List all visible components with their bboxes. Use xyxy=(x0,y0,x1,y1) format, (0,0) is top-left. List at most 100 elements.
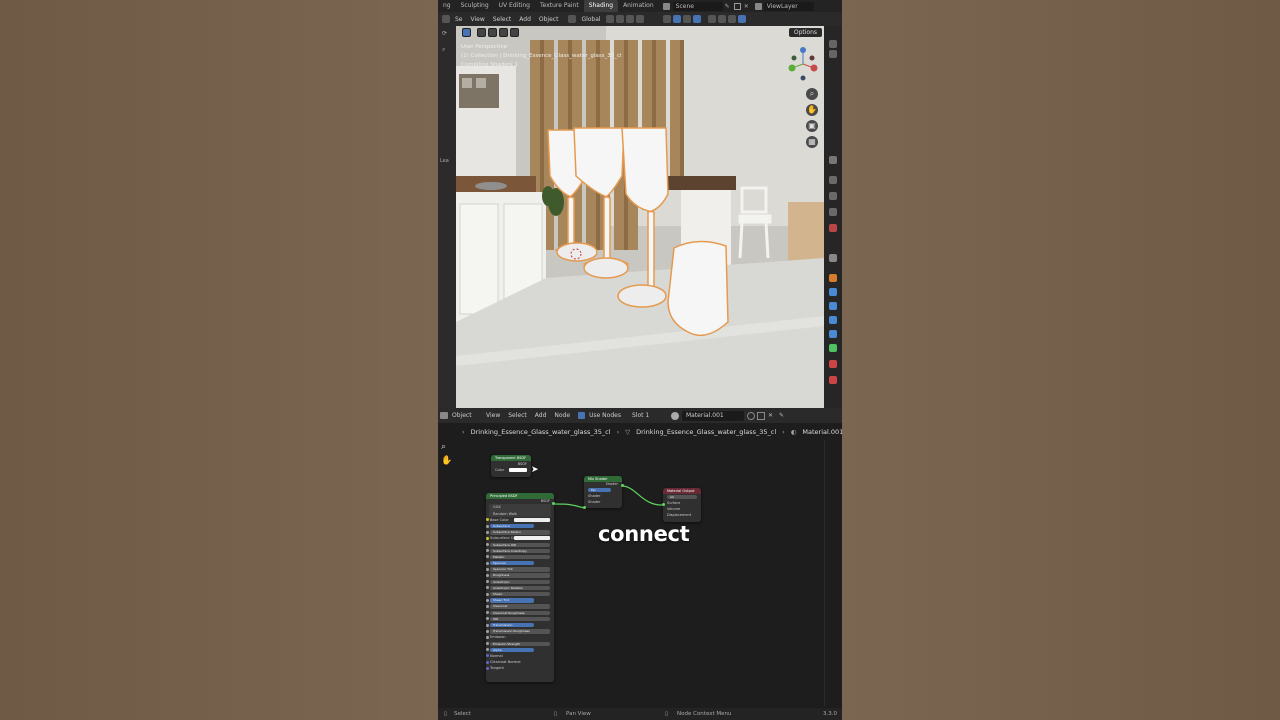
input-socket[interactable] xyxy=(486,666,489,670)
pin-node-tree-icon[interactable]: ✎ xyxy=(779,412,784,419)
menu-add[interactable]: Add xyxy=(515,16,535,23)
mix-shader-out-socket[interactable] xyxy=(621,484,624,487)
select-extend-icon[interactable] xyxy=(477,28,486,37)
3d-viewport[interactable]: User Perspective (1) Collection | Drinki… xyxy=(456,26,824,408)
input-socket[interactable] xyxy=(486,629,489,633)
navigation-gizmo[interactable] xyxy=(786,44,820,84)
value-slider[interactable]: Emission Strength xyxy=(490,641,550,646)
particles-props-icon[interactable] xyxy=(829,302,837,310)
transform-orientation-dropdown[interactable]: Global xyxy=(577,16,604,23)
scene-props-icon[interactable] xyxy=(829,224,837,232)
principled-bsdf-node[interactable]: Principled BSDF BSDF GGX Random Walk Base … xyxy=(486,493,554,682)
material-name-field[interactable]: Material.001 xyxy=(681,410,744,421)
color-swatch[interactable] xyxy=(514,517,550,522)
object-props-icon[interactable] xyxy=(829,274,837,282)
input-socket[interactable] xyxy=(486,604,489,608)
input-socket[interactable] xyxy=(486,617,489,621)
menu-view[interactable]: View xyxy=(467,16,489,23)
tab-texture-paint[interactable]: Texture Paint xyxy=(535,0,584,12)
input-socket[interactable] xyxy=(486,555,489,559)
tool-search-icon[interactable]: ⌕ xyxy=(442,46,445,54)
value-slider[interactable]: Sheen xyxy=(490,592,550,597)
input-socket[interactable] xyxy=(486,592,489,596)
proportional-icon[interactable] xyxy=(625,15,634,23)
value-slider[interactable]: Anisotropic Rotation xyxy=(490,585,550,591)
output-tab-icon[interactable] xyxy=(829,50,837,58)
value-slider[interactable]: Clearcoat xyxy=(490,604,550,609)
principled-bsdf-row[interactable]: GGX xyxy=(489,504,551,511)
pin-icon[interactable]: ✎ xyxy=(725,3,730,10)
zoom-icon[interactable]: ⌕ xyxy=(806,88,818,100)
texture-props-icon[interactable] xyxy=(829,376,837,384)
xray-icon[interactable] xyxy=(692,15,701,23)
use-nodes-checkbox[interactable] xyxy=(578,412,586,419)
input-socket[interactable] xyxy=(486,598,489,602)
color-swatch[interactable] xyxy=(509,468,527,473)
tab-sculpting[interactable]: Sculpting xyxy=(456,0,494,12)
select-box-icon[interactable] xyxy=(462,28,471,37)
input-socket[interactable] xyxy=(486,524,489,528)
select-invert-icon[interactable] xyxy=(499,28,508,37)
input-socket[interactable] xyxy=(486,660,489,664)
input-socket[interactable] xyxy=(486,567,489,571)
shading-solid-icon[interactable] xyxy=(717,15,726,23)
value-slider[interactable]: Subsurface IOR xyxy=(490,542,550,547)
duplicate-material-icon[interactable] xyxy=(756,411,765,420)
physics-props-icon[interactable] xyxy=(829,316,837,324)
tab-uv-editing[interactable]: UV Editing xyxy=(494,0,535,12)
close-scene-icon[interactable]: ✕ xyxy=(744,3,749,10)
input-socket[interactable] xyxy=(486,536,489,540)
value-slider[interactable]: Specular xyxy=(490,561,534,566)
node-zoom-icon[interactable]: ⌕ xyxy=(441,442,446,452)
bsdf-output-socket[interactable] xyxy=(552,502,555,505)
target-dropdown[interactable]: All xyxy=(667,495,697,500)
material-sphere-icon[interactable] xyxy=(670,411,679,420)
input-socket[interactable] xyxy=(486,635,489,639)
slot-dropdown[interactable]: Slot 1 xyxy=(627,410,666,421)
value-slider[interactable]: Subsurface Anisotropy xyxy=(490,548,550,554)
value-slider[interactable]: Transmission xyxy=(490,622,534,628)
render-tab-icon[interactable] xyxy=(829,40,837,48)
modifier-props-icon[interactable] xyxy=(829,288,837,296)
input-socket[interactable] xyxy=(486,580,489,584)
value-slider[interactable]: Sheen Tint xyxy=(490,598,534,603)
select-subtract-icon[interactable] xyxy=(488,28,497,37)
input-socket[interactable] xyxy=(486,574,489,578)
node-editor-type-icon[interactable] xyxy=(440,412,448,419)
value-slider[interactable]: Specular Tint xyxy=(490,567,550,572)
constraints-props-icon[interactable] xyxy=(829,330,837,338)
input-socket[interactable] xyxy=(486,543,489,547)
menu-select[interactable]: Select xyxy=(489,16,516,23)
input-socket[interactable] xyxy=(486,586,489,590)
ne-menu-node[interactable]: Node xyxy=(550,412,574,419)
pivot-icon[interactable] xyxy=(605,15,614,23)
copy-scene-icon[interactable] xyxy=(733,2,741,10)
ortho-grid-icon[interactable]: ▦ xyxy=(806,136,818,148)
camera-view-icon[interactable]: ▣ xyxy=(806,120,818,132)
toolbar-left-icon[interactable]: ⟳ xyxy=(442,30,447,37)
tab-animation[interactable]: Animation xyxy=(618,0,659,12)
input-socket[interactable] xyxy=(486,549,489,553)
falloff-icon[interactable] xyxy=(635,15,644,23)
input-socket[interactable] xyxy=(486,654,489,658)
value-slider[interactable]: Subsurface xyxy=(490,523,534,529)
value-slider[interactable]: Anisotropic xyxy=(490,579,550,585)
value-slider[interactable]: Transmission Roughness xyxy=(490,629,550,634)
overlay-icon[interactable] xyxy=(682,15,691,23)
shading-rendered-icon[interactable] xyxy=(737,15,746,23)
material-output-node[interactable]: Material Output All Surface Volume Displ… xyxy=(663,488,701,522)
mix-shader-in-socket[interactable] xyxy=(583,506,586,509)
tool-tab-icon[interactable] xyxy=(829,156,837,164)
value-slider[interactable]: IOR xyxy=(490,616,550,622)
ne-menu-add[interactable]: Add xyxy=(531,412,551,419)
options-button[interactable]: Options xyxy=(788,28,822,37)
menu-object[interactable]: Object xyxy=(535,16,563,23)
scene-selector[interactable]: Scene xyxy=(662,1,723,11)
select-intersect-icon[interactable] xyxy=(510,28,519,37)
view-layer-props-icon[interactable] xyxy=(829,208,837,216)
gizmo-icon[interactable] xyxy=(672,15,681,23)
object-mode-dropdown[interactable]: Object xyxy=(448,412,482,419)
material-props-icon[interactable] xyxy=(829,360,837,368)
shading-material-icon[interactable] xyxy=(727,15,736,23)
visibility-icon[interactable] xyxy=(662,15,671,23)
